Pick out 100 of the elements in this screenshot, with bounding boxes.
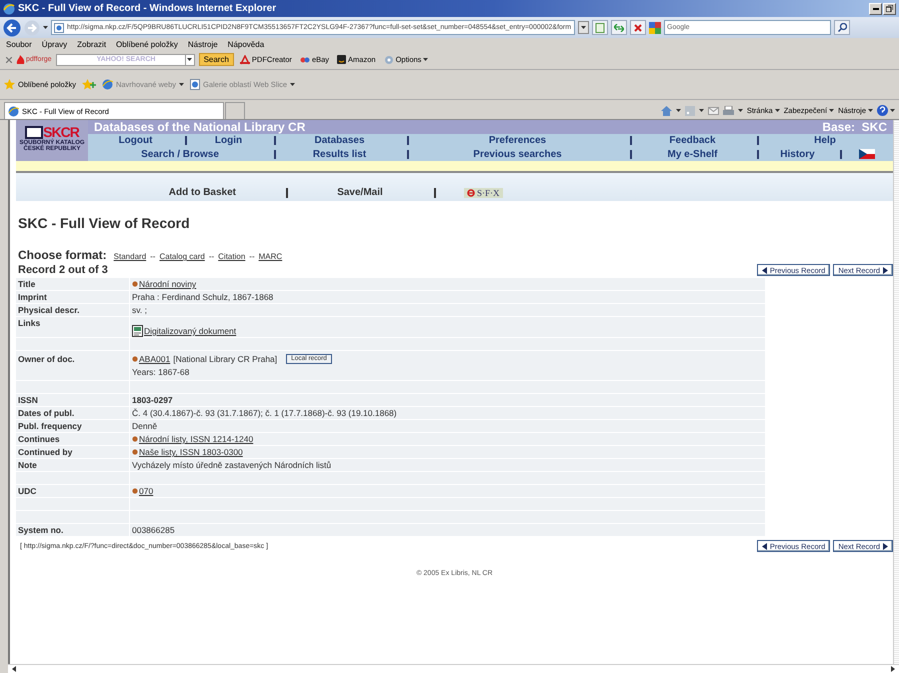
page-icon: [54, 22, 64, 32]
table-cell: Denně: [130, 420, 765, 432]
format-link[interactable]: MARC: [258, 252, 282, 261]
record-link[interactable]: Národní noviny: [139, 278, 196, 290]
bullet-icon: [132, 356, 138, 362]
menu-item[interactable]: Úpravy: [42, 40, 68, 48]
dropdown-button[interactable]: [578, 21, 589, 34]
document-link[interactable]: Digitalizovaný dokument: [144, 325, 236, 337]
label-cell: Dates of publ.: [16, 407, 129, 419]
table-cell: 003866285: [130, 524, 765, 536]
sfx-icon: [467, 188, 475, 196]
nav-link[interactable]: Login: [214, 135, 242, 146]
nav-link[interactable]: Feedback: [669, 135, 716, 146]
nav-link[interactable]: Results list: [312, 148, 366, 160]
browser-icon: [102, 79, 113, 90]
holding-years: Years: 1867-68: [132, 366, 190, 378]
refresh-button[interactable]: [611, 20, 627, 35]
action-link[interactable]: Save/Mail: [337, 187, 383, 198]
caret-icon: [868, 109, 873, 112]
menu-item[interactable]: Soubor: [6, 40, 32, 48]
minimize-button[interactable]: [869, 2, 882, 14]
window-title: SKC - Full View of Record - Windows Internet Explorer: [18, 3, 276, 14]
nav-link[interactable]: Search / Browse: [141, 148, 219, 160]
caret-icon: [179, 83, 184, 86]
table-cell: Č. 4 (30.4.1867)-č. 93 (31.7.1867); č. 1 (17.7.1868)-č. 93 (19.10.1868): [130, 407, 765, 419]
forward-icon: [24, 20, 40, 36]
page-title: SKC - Full View of Record: [18, 215, 191, 231]
label-cell: Title: [16, 278, 129, 290]
star-add-icon: [82, 79, 96, 90]
nav-link[interactable]: My e-Shelf: [667, 148, 718, 160]
caret-icon: [698, 109, 704, 112]
bullet-icon: [132, 281, 138, 287]
table-cell: Vycházely místo úředně zastavených Národních listů: [130, 459, 765, 471]
triangle-right-icon: [883, 542, 888, 550]
table-cell: Praha : Ferdinand Schulz, 1867-1868: [130, 291, 765, 303]
page-icon: [190, 79, 200, 90]
label-cell: Continues: [16, 433, 129, 445]
search-button[interactable]: [834, 20, 850, 35]
record-link[interactable]: Naše listy, ISSN 1803-0300: [139, 446, 243, 458]
nav-link[interactable]: Help: [814, 135, 836, 146]
bullet-icon: [132, 449, 138, 455]
search-icon: [838, 23, 846, 32]
owner-link[interactable]: ABA001: [139, 353, 170, 365]
caret-icon: [43, 26, 48, 29]
bullet-icon: [132, 436, 138, 442]
stop-button[interactable]: [630, 20, 646, 35]
nav-link[interactable]: Databases: [314, 135, 365, 146]
browser-icon: [8, 106, 19, 116]
site-title: Databases of the National Library CR: [94, 120, 306, 134]
label-cell: Continued by: [16, 446, 129, 458]
language-button[interactable]: [858, 149, 874, 159]
label-cell: Publ. frequency: [16, 420, 129, 432]
record-link[interactable]: Národní listy, ISSN 1214-1240: [139, 433, 254, 445]
label-cell: Physical descr.: [16, 304, 129, 316]
separator-dash: --: [208, 252, 214, 261]
bullet-icon: [132, 488, 138, 494]
back-icon: [3, 18, 21, 36]
close-icon: [634, 24, 642, 32]
label-cell: Imprint: [16, 291, 129, 303]
sfx-link[interactable]: S·F·X: [464, 188, 503, 198]
label-cell: ISSN: [16, 394, 129, 406]
table-cell: 1803-0297: [130, 394, 765, 406]
scroll-left-icon: [12, 666, 16, 672]
table-cell: sv. ;: [130, 304, 765, 316]
menu-item[interactable]: Nápověda: [228, 40, 264, 48]
format-link[interactable]: Citation: [218, 252, 246, 261]
maximize-button[interactable]: [883, 2, 896, 14]
help-button[interactable]: [877, 105, 895, 116]
record-position: Record 2 out of 3: [18, 264, 108, 276]
database-label: Base: SKC: [822, 120, 887, 134]
search-button[interactable]: Search: [198, 53, 234, 66]
label-cell: System no.: [16, 524, 129, 536]
triangle-left-icon: [762, 542, 767, 550]
nav-link[interactable]: Logout: [118, 135, 152, 146]
dropdown-button[interactable]: [186, 54, 195, 66]
separator-dash: --: [249, 252, 255, 261]
minimize-icon: [872, 8, 878, 10]
caret-icon: [581, 26, 586, 29]
horizontal-scrollbar[interactable]: [8, 664, 899, 673]
format-link[interactable]: Catalog card: [159, 252, 205, 261]
flame-icon: [16, 55, 25, 64]
caret-icon: [829, 109, 834, 112]
format-label: Choose format:: [18, 248, 107, 262]
flag-icon: [858, 149, 874, 159]
menu-item[interactable]: Zobrazit: [77, 40, 106, 48]
record-link[interactable]: 070: [139, 485, 154, 497]
nav-link[interactable]: Preferences: [488, 135, 546, 146]
caret-icon: [774, 109, 780, 112]
menu-item[interactable]: Nástroje: [188, 40, 218, 48]
document-icon: [595, 22, 605, 32]
caret-icon: [738, 109, 743, 112]
monitor-icon: [25, 126, 44, 139]
logo-text: SKCR: [43, 126, 79, 139]
nav-link[interactable]: History: [780, 148, 815, 160]
nav-link[interactable]: Previous searches: [473, 148, 562, 160]
format-link[interactable]: Standard: [114, 252, 146, 261]
menu-item[interactable]: Oblíbené položky: [116, 40, 178, 48]
scroll-right-icon: [891, 666, 895, 672]
action-link[interactable]: Add to Basket: [168, 187, 236, 198]
scrollbar[interactable]: [893, 120, 899, 664]
